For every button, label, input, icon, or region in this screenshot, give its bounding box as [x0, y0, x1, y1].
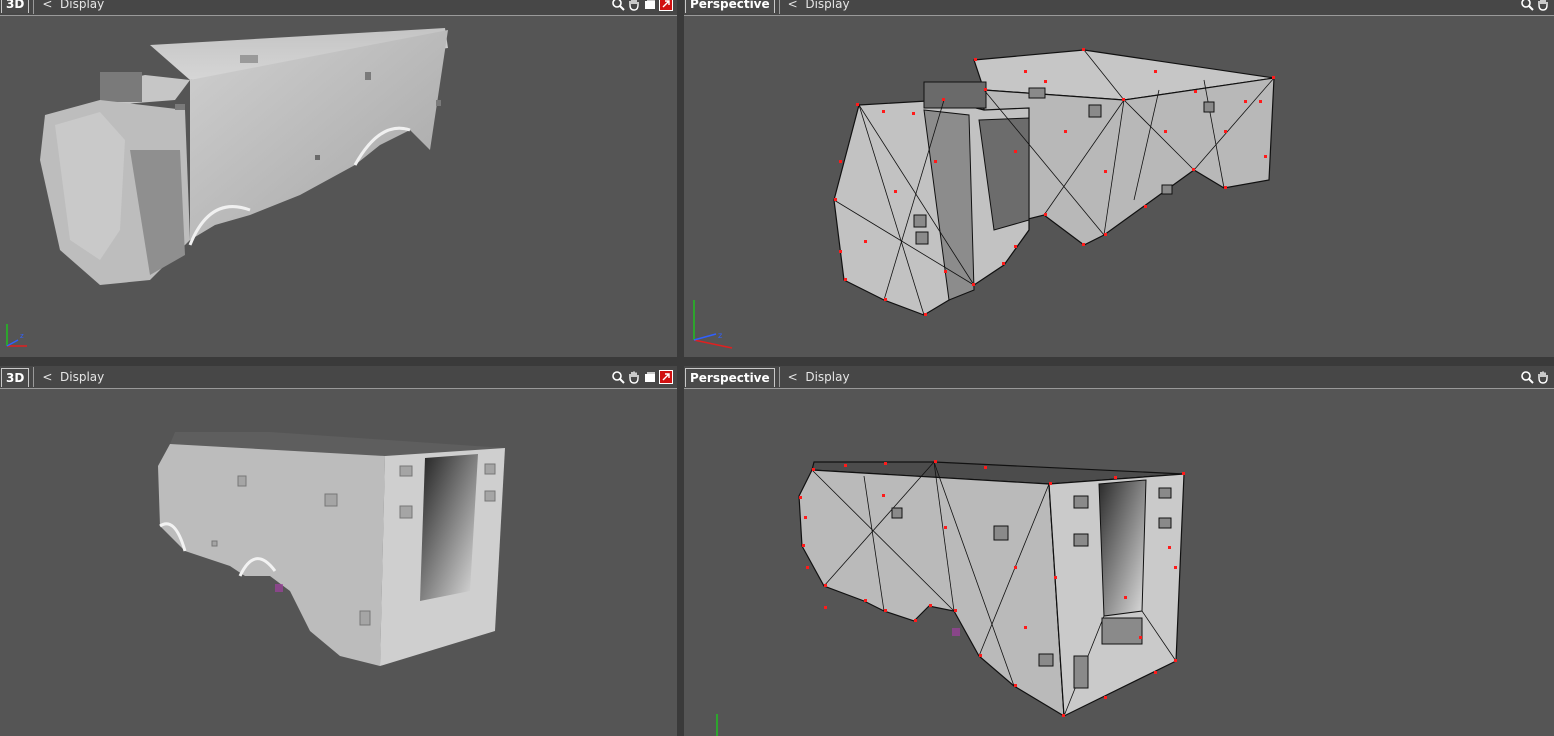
- ambulance-model-shaded: [158, 432, 505, 666]
- viewport-bottom-left[interactable]: 3D < Display: [0, 366, 677, 736]
- viewport-top-left[interactable]: 3D < Display z: [0, 0, 677, 357]
- axis-gizmo: z: [693, 300, 733, 349]
- axis-gizmo: [716, 714, 718, 736]
- axis-z-label: z: [718, 331, 722, 340]
- axis-z-label: z: [20, 332, 24, 340]
- viewport-bottom-right[interactable]: Perspective < Display: [684, 366, 1554, 736]
- ambulance-model-shaded: [40, 28, 448, 285]
- ambulance-model-wireframe: [798, 460, 1185, 718]
- ambulance-model-wireframe: [833, 48, 1275, 316]
- viewport-top-right[interactable]: Perspective < Display z: [684, 0, 1554, 357]
- axis-gizmo: z: [6, 324, 27, 347]
